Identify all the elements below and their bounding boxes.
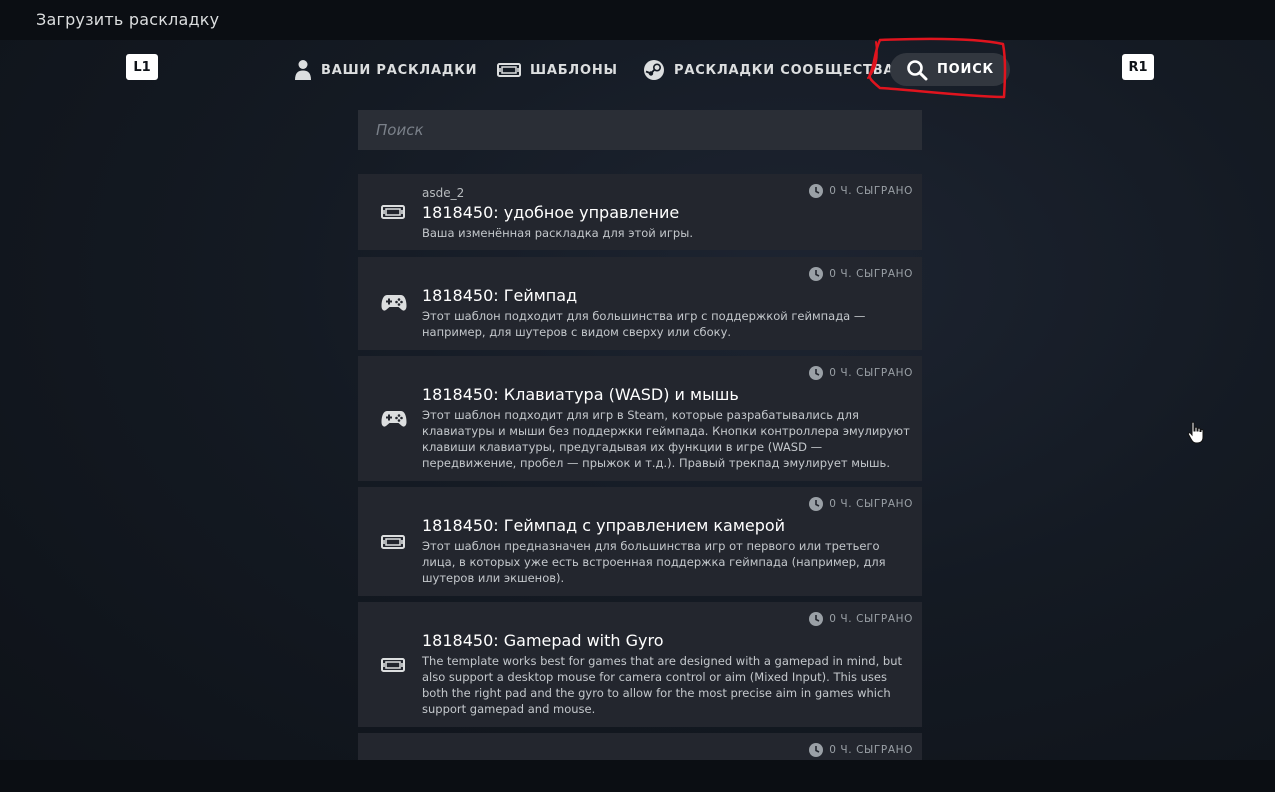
layout-description: Ваша изменённая раскладка для этой игры. <box>422 226 693 240</box>
layout-card[interactable]: 1818450: Геймпад с управлением камерой Э… <box>358 487 922 596</box>
layout-card[interactable]: 0 Ч. СЫГРАНО <box>358 733 922 760</box>
controller-outline-icon <box>381 658 405 672</box>
gamepad-icon <box>381 410 407 428</box>
controller-outline-icon <box>381 205 405 219</box>
playtime-label: 0 Ч. СЫГРАНО <box>829 185 913 197</box>
layout-title: 1818450: Gamepad with Gyro <box>422 631 664 650</box>
playtime: 0 Ч. СЫГРАНО <box>809 366 913 380</box>
layout-description: The template works best for games that a… <box>422 654 903 716</box>
title-bar: Загрузить раскладку <box>0 0 1275 40</box>
layout-title: 1818450: Геймпад с управлением камерой <box>422 516 786 535</box>
playtime: 0 Ч. СЫГРАНО <box>809 497 913 511</box>
layout-description: Этот шаблон подходит для большинства игр… <box>422 309 866 339</box>
layout-card[interactable]: 1818450: Gamepad with Gyro The template … <box>358 602 922 727</box>
clock-icon <box>809 184 824 198</box>
bottom-bar <box>0 760 1275 792</box>
window-title: Загрузить раскладку <box>36 10 220 29</box>
search-icon <box>906 59 928 81</box>
layout-title: 1818450: Геймпад <box>422 286 578 305</box>
controller-outline-icon <box>381 535 405 549</box>
l1-button-hint[interactable]: L1 <box>126 54 158 80</box>
r1-button-hint[interactable]: R1 <box>1122 54 1154 80</box>
tab-search[interactable]: ПОИСК <box>890 53 1010 86</box>
search-field[interactable] <box>358 110 922 150</box>
tab-templates[interactable]: ШАБЛОНЫ <box>497 56 618 84</box>
playtime: 0 Ч. СЫГРАНО <box>809 267 913 281</box>
playtime-label: 0 Ч. СЫГРАНО <box>829 367 913 379</box>
tab-label: РАСКЛАДКИ СООБЩЕСТВА <box>674 62 895 78</box>
steam-icon <box>643 59 665 81</box>
person-icon <box>294 59 312 81</box>
clock-icon <box>809 267 824 281</box>
layout-title: 1818450: Клавиатура (WASD) и мышь <box>422 385 739 404</box>
clock-icon <box>809 743 824 757</box>
layout-description: Этот шаблон предназначен для большинства… <box>422 539 886 585</box>
tab-community-layouts[interactable]: РАСКЛАДКИ СООБЩЕСТВА <box>643 56 894 84</box>
search-input[interactable] <box>374 120 922 140</box>
layout-description: Этот шаблон подходит для игр в Steam, ко… <box>422 408 910 470</box>
clock-icon <box>809 612 824 626</box>
playtime: 0 Ч. СЫГРАНО <box>809 184 913 198</box>
playtime: 0 Ч. СЫГРАНО <box>809 743 913 757</box>
playtime-label: 0 Ч. СЫГРАНО <box>829 268 913 280</box>
tab-your-layouts[interactable]: ВАШИ РАСКЛАДКИ <box>294 56 477 84</box>
playtime-label: 0 Ч. СЫГРАНО <box>829 613 913 625</box>
playtime: 0 Ч. СЫГРАНО <box>809 612 913 626</box>
gamepad-icon <box>381 294 407 312</box>
layout-title: 1818450: удобное управление <box>422 203 680 222</box>
hand-cursor-icon <box>1186 421 1208 449</box>
layout-card[interactable]: 1818450: Клавиатура (WASD) и мышь Этот ш… <box>358 356 922 481</box>
layout-card[interactable]: 1818450: Геймпад Этот шаблон подходит дл… <box>358 257 922 350</box>
layout-card[interactable]: asde_2 1818450: удобное управление Ваша … <box>358 174 922 250</box>
controller-outline-icon <box>497 63 521 77</box>
clock-icon <box>809 366 824 380</box>
clock-icon <box>809 497 824 511</box>
tab-label: ПОИСК <box>937 62 994 77</box>
tab-label: ВАШИ РАСКЛАДКИ <box>321 62 478 78</box>
tab-label: ШАБЛОНЫ <box>530 62 618 78</box>
playtime-label: 0 Ч. СЫГРАНО <box>829 744 913 756</box>
playtime-label: 0 Ч. СЫГРАНО <box>829 498 913 510</box>
layout-author: asde_2 <box>422 186 465 200</box>
